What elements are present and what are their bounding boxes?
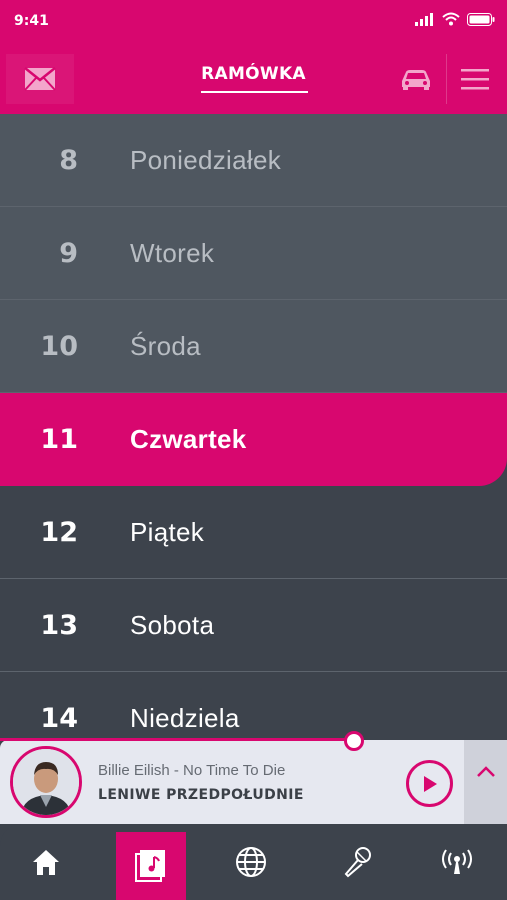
day-row[interactable]: 12 Piątek xyxy=(0,486,507,579)
battery-icon xyxy=(467,12,495,26)
expand-player-button[interactable] xyxy=(464,740,507,824)
day-row[interactable]: 8 Poniedziałek xyxy=(0,114,507,207)
day-number: 13 xyxy=(40,609,78,641)
day-row[interactable]: 13 Sobota xyxy=(0,579,507,672)
app-header: RAMÓWKA xyxy=(0,44,507,114)
day-number: 8 xyxy=(59,144,78,176)
artist-avatar xyxy=(10,746,82,818)
status-time: 9:41 xyxy=(14,13,49,29)
day-row[interactable]: 9 Wtorek xyxy=(0,207,507,300)
show-name: LENIWE PRZEDPOŁUDNIE xyxy=(98,787,304,803)
day-name: Czwartek xyxy=(130,424,247,454)
nav-live[interactable] xyxy=(422,824,492,900)
day-name: Sobota xyxy=(130,609,215,640)
microphone-icon xyxy=(344,847,371,878)
music-note-icon xyxy=(135,850,165,882)
day-number: 14 xyxy=(40,702,78,734)
car-mode-button[interactable] xyxy=(388,54,444,104)
day-name: Piątek xyxy=(130,516,205,547)
schedule-day-list: 8 Poniedziałek 9 Wtorek 10 Środa 11 Czwa… xyxy=(0,114,507,765)
day-name: Środa xyxy=(130,330,201,361)
status-icons xyxy=(415,12,495,26)
car-icon xyxy=(402,70,430,90)
play-icon xyxy=(423,775,437,792)
status-bar: 9:41 xyxy=(0,0,507,44)
menu-button[interactable] xyxy=(446,54,502,104)
playback-progress-handle[interactable] xyxy=(344,731,364,751)
signal-icon xyxy=(415,12,433,26)
nav-web[interactable] xyxy=(216,824,286,900)
title-underline xyxy=(201,91,308,93)
day-name: Wtorek xyxy=(130,237,215,268)
broadcast-icon xyxy=(442,849,472,874)
wifi-icon xyxy=(442,12,460,26)
day-row[interactable]: 10 Środa xyxy=(0,300,507,393)
nav-schedule[interactable] xyxy=(116,832,186,900)
day-number: 12 xyxy=(40,516,78,548)
day-number: 11 xyxy=(40,424,78,455)
play-button[interactable] xyxy=(406,760,453,807)
nav-microphone[interactable] xyxy=(322,824,392,900)
day-row-selected[interactable]: 11 Czwartek xyxy=(0,393,507,486)
bottom-navigation xyxy=(0,824,507,900)
home-icon xyxy=(33,850,59,875)
hamburger-menu-icon xyxy=(460,69,489,90)
nav-home[interactable] xyxy=(11,824,81,900)
playback-progress-bar xyxy=(0,738,354,741)
mini-player[interactable]: Billie Eilish - No Time To Die LENIWE PR… xyxy=(0,740,507,824)
day-name: Poniedziałek xyxy=(130,144,282,175)
track-title: Billie Eilish - No Time To Die xyxy=(98,762,286,779)
person-photo-icon xyxy=(13,749,79,815)
day-name: Niedziela xyxy=(130,702,240,733)
day-number: 10 xyxy=(40,330,78,362)
chevron-up-icon xyxy=(476,766,495,777)
day-number: 9 xyxy=(59,237,78,269)
globe-icon xyxy=(236,847,266,877)
